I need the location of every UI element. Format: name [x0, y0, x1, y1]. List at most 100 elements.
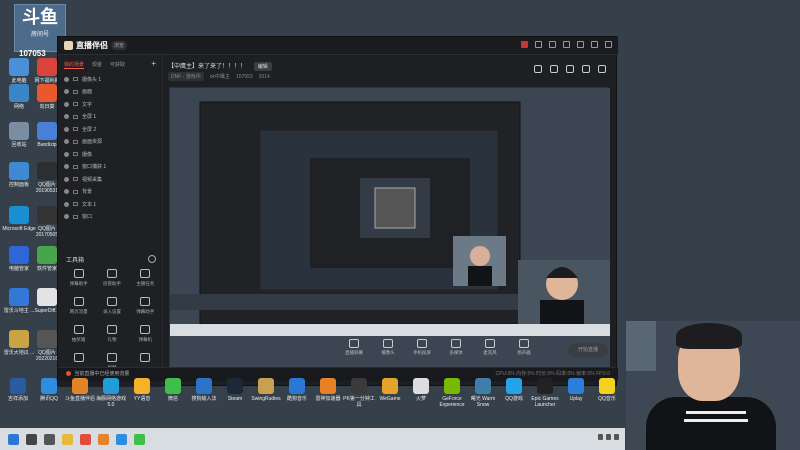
- tool-icon: [140, 325, 151, 334]
- toolbox-item[interactable]: 网页流量: [62, 297, 95, 315]
- source-type-icon: [73, 77, 78, 82]
- tool-label: 弹幕机: [138, 337, 153, 342]
- app-icon: [599, 378, 615, 394]
- maximize-icon[interactable]: [591, 41, 598, 48]
- toolbox-item[interactable]: 抽奖箱: [62, 325, 95, 343]
- taskbar-explorer-icon[interactable]: [62, 433, 73, 445]
- toolbox-item[interactable]: 房管助手: [95, 269, 128, 287]
- source-type-icon: [73, 139, 78, 144]
- eye-icon[interactable]: [64, 126, 69, 132]
- app-icon: [134, 378, 150, 394]
- brand-pill[interactable]: 浏览: [111, 41, 128, 50]
- app-icon: [9, 84, 29, 102]
- home-icon[interactable]: [582, 65, 590, 73]
- start-live-button[interactable]: 开始直播: [568, 343, 608, 357]
- eye-icon[interactable]: [64, 176, 69, 182]
- scene-item[interactable]: 画面资源: [58, 136, 162, 149]
- source-button[interactable]: 多媒体: [445, 339, 467, 356]
- scene-item[interactable]: 背景: [58, 186, 162, 199]
- scene-item[interactable]: 窗口: [58, 211, 162, 224]
- taskbar-search-icon[interactable]: [26, 433, 37, 445]
- tool-label: 礼物: [107, 337, 117, 342]
- scene-item[interactable]: 全屏 1: [58, 111, 162, 124]
- scene-label: 文本 1: [82, 201, 97, 208]
- edit-title-button[interactable]: 编辑: [253, 62, 272, 71]
- close-icon[interactable]: [605, 41, 612, 48]
- scene-label: 文字: [82, 101, 93, 108]
- scene-item[interactable]: 文本 1: [58, 198, 162, 211]
- app-icon: [413, 378, 429, 394]
- toolbox-collapse-icon[interactable]: [148, 255, 156, 263]
- scene-item[interactable]: 画面: [58, 86, 162, 99]
- layout-icon[interactable]: [550, 65, 558, 73]
- desktop-icon[interactable]: QQ音乐: [589, 378, 625, 402]
- taskbar-douyu-icon[interactable]: [98, 433, 109, 445]
- source-button[interactable]: 麦克风: [479, 339, 501, 356]
- avatar-icon[interactable]: [521, 41, 528, 48]
- source-label: 摄像头: [381, 350, 395, 355]
- scene-item[interactable]: 摄像: [58, 148, 162, 161]
- toolbox-item[interactable]: 录入设置: [95, 297, 128, 315]
- source-icon: [485, 339, 495, 348]
- taskbar: [0, 428, 625, 450]
- tab-available[interactable]: 可获取: [110, 61, 125, 69]
- taskbar-taskview-icon[interactable]: [44, 433, 55, 445]
- eye-icon[interactable]: [64, 101, 69, 107]
- source-button[interactable]: 直播屏幕: [343, 339, 365, 356]
- scene-item[interactable]: 窗口捕获 1: [58, 161, 162, 174]
- message-icon[interactable]: [535, 41, 542, 48]
- taskbar-start-icon[interactable]: [8, 433, 19, 445]
- toolbox-item[interactable]: 弹幕助手: [129, 297, 162, 315]
- source-type-icon: [73, 127, 78, 132]
- eye-icon[interactable]: [64, 114, 69, 120]
- source-label: 直播屏幕: [345, 350, 363, 355]
- eye-icon[interactable]: [64, 151, 69, 157]
- tab-my-scenes[interactable]: 我的场景: [64, 61, 85, 69]
- eye-icon[interactable]: [64, 164, 69, 170]
- eye-icon[interactable]: [64, 76, 69, 82]
- toolbox-item[interactable]: 礼物: [95, 325, 128, 343]
- eye-icon[interactable]: [64, 214, 69, 220]
- skin-icon[interactable]: [549, 41, 556, 48]
- scene-item[interactable]: 摄像头 1: [58, 73, 162, 86]
- minimize-icon[interactable]: [577, 41, 584, 48]
- source-button[interactable]: 扬声器: [513, 339, 535, 356]
- scene-item[interactable]: 视频采集: [58, 173, 162, 186]
- settings-icon[interactable]: [563, 41, 570, 48]
- lock-icon[interactable]: [566, 65, 574, 73]
- stream-title: 【中鹰主】来了来了！！！！: [168, 64, 247, 70]
- eye-icon[interactable]: [64, 139, 69, 145]
- share-icon[interactable]: [598, 65, 606, 73]
- app-icon: [382, 378, 398, 394]
- alert-icon: [66, 371, 71, 377]
- taskbar-qq-icon[interactable]: [116, 433, 127, 445]
- live-preview-canvas[interactable]: [169, 87, 610, 368]
- source-button[interactable]: 摄像头: [377, 339, 399, 356]
- eye-icon[interactable]: [64, 89, 69, 95]
- scene-label: 背景: [82, 189, 93, 196]
- toolbox-item[interactable]: 主播任务: [129, 269, 162, 287]
- room-number: 107053: [19, 49, 46, 58]
- tab-cash[interactable]: 现金: [92, 61, 102, 69]
- gift-icon[interactable]: [534, 65, 542, 73]
- shirt-stripe: [684, 419, 748, 422]
- scene-label: 全屏 2: [82, 126, 97, 133]
- scene-item[interactable]: 全屏 2: [58, 123, 162, 136]
- category-tag[interactable]: DNF - 游戏中: [168, 72, 204, 81]
- eye-icon[interactable]: [64, 201, 69, 207]
- toolbox-item[interactable]: 弹幕助手: [62, 269, 95, 287]
- source-button[interactable]: 手机投屏: [411, 339, 433, 356]
- scene-item[interactable]: 文字: [58, 98, 162, 111]
- app-icon: [475, 378, 491, 394]
- taskbar-chrome-icon[interactable]: [80, 433, 91, 445]
- taskbar-wechat-icon[interactable]: [134, 433, 145, 445]
- toolbox-item[interactable]: 弹幕机: [129, 325, 162, 343]
- stream-meta: DNF - 游戏中 ok中鹰主 107053 2014: [168, 72, 270, 81]
- top-action-icons: [534, 65, 606, 73]
- scene-sidebar: 我的场景 现金 可获取 + 摄像头 1 画面文字全屏 1 全屏 2 画面资源 摄像 窗口捕…: [58, 55, 163, 387]
- scene-label: 窗口: [82, 214, 93, 221]
- app-icon: [103, 378, 119, 394]
- app-icon: [258, 378, 274, 394]
- add-scene-icon[interactable]: +: [151, 60, 156, 69]
- eye-icon[interactable]: [64, 189, 69, 195]
